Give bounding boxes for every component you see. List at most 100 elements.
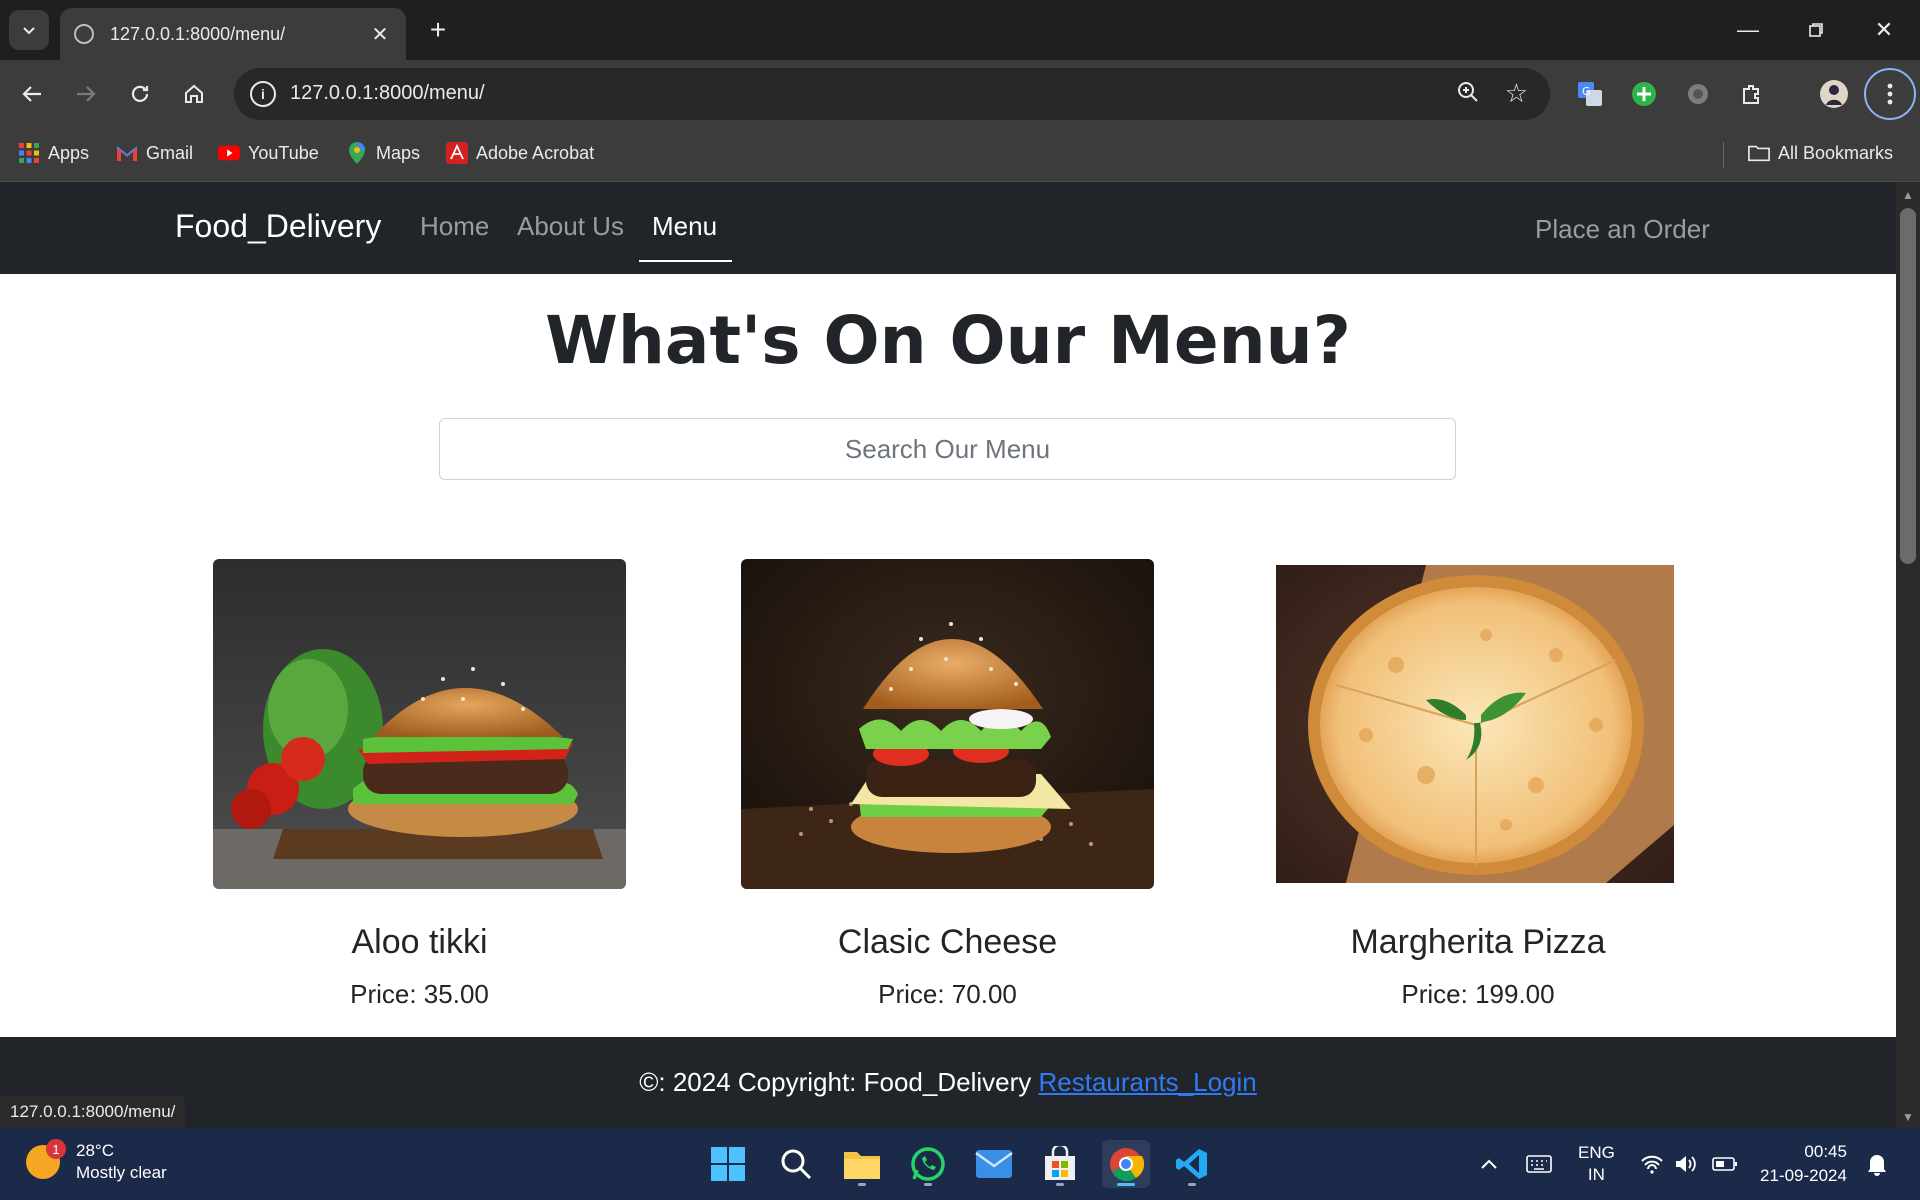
folder-icon	[1748, 142, 1770, 164]
more-vertical-icon	[1887, 83, 1893, 105]
menu-item-name: Margherita Pizza	[1350, 923, 1606, 961]
close-tab-icon[interactable]: ✕	[368, 22, 392, 47]
site-navbar: Food_Delivery Home About Us Menu Place a…	[0, 182, 1896, 274]
status-bar-url: 127.0.0.1:8000/menu/	[0, 1096, 186, 1128]
chevron-up-icon	[1481, 1159, 1497, 1169]
weather-badge: 1	[46, 1139, 66, 1159]
running-indicator	[1188, 1183, 1196, 1186]
margherita-pizza-image[interactable]	[1276, 565, 1674, 883]
bookmark-label: YouTube	[248, 142, 319, 163]
show-hidden-icons-button[interactable]	[1480, 1128, 1498, 1200]
scrollbar-thumb[interactable]	[1900, 208, 1916, 564]
bookmark-gmail[interactable]: Gmail	[116, 142, 193, 164]
clock-time: 00:45	[1804, 1142, 1847, 1161]
bookmark-star-icon[interactable]: ☆	[1505, 78, 1528, 109]
mail-icon[interactable]	[970, 1140, 1018, 1188]
minimize-button[interactable]: —	[1714, 0, 1782, 60]
restore-button[interactable]	[1782, 0, 1850, 60]
nav-about-us[interactable]: About Us	[517, 211, 624, 242]
zoom-icon[interactable]	[1456, 80, 1480, 110]
page-title: What's On Our Menu?	[545, 302, 1351, 379]
scroll-up-icon[interactable]: ▲	[1902, 188, 1914, 202]
scroll-down-icon[interactable]: ▼	[1902, 1110, 1914, 1124]
language-indicator[interactable]: ENG IN	[1578, 1128, 1615, 1200]
gmail-icon	[116, 142, 138, 164]
bookmark-label: Adobe Acrobat	[476, 142, 595, 163]
page-scrollbar[interactable]: ▲ ▼	[1896, 182, 1920, 1128]
running-indicator	[858, 1183, 866, 1186]
all-bookmarks-label: All Bookmarks	[1778, 142, 1894, 163]
all-bookmarks-button[interactable]: All Bookmarks	[1748, 142, 1893, 164]
tab-strip: 127.0.0.1:8000/menu/ ✕ + — ✕	[0, 0, 1920, 60]
menu-item-name: Aloo tikki	[351, 923, 488, 961]
tab-title: 127.0.0.1:8000/menu/	[110, 23, 286, 44]
home-button[interactable]	[174, 74, 214, 114]
bookmark-apps[interactable]: Apps	[18, 142, 89, 164]
forward-arrow-icon	[77, 86, 96, 102]
profile-avatar[interactable]	[1816, 76, 1852, 112]
address-bar[interactable]: i 127.0.0.1:8000/menu/ ☆	[234, 68, 1550, 120]
menu-item-price: Price: 199.00	[1401, 979, 1555, 1009]
microsoft-store-icon[interactable]	[1036, 1140, 1084, 1188]
footer-copyright-text: ©: 2024 Copyright: Food_Delivery	[639, 1067, 1032, 1097]
site-info-icon[interactable]: i	[250, 81, 276, 107]
browser-tab[interactable]: 127.0.0.1:8000/menu/ ✕	[60, 8, 406, 60]
weather-description: Mostly clear	[76, 1163, 167, 1182]
back-button[interactable]	[12, 74, 52, 114]
keyboard-icon[interactable]	[1526, 1128, 1552, 1200]
weather-temperature: 28°C	[76, 1141, 114, 1160]
bookmark-adobe-acrobat[interactable]: Adobe Acrobat	[446, 142, 594, 164]
restaurants-login-link[interactable]: Restaurants_Login	[1039, 1067, 1257, 1097]
weather-widget[interactable]: 1 28°C Mostly clear	[26, 1139, 167, 1184]
notification-bell-icon[interactable]	[1866, 1128, 1888, 1200]
address-url[interactable]: 127.0.0.1:8000/menu/	[290, 82, 485, 105]
whatsapp-icon[interactable]	[904, 1140, 952, 1188]
search-icon[interactable]	[772, 1140, 820, 1188]
nav-menu[interactable]: Menu	[652, 211, 717, 242]
shield-extension-icon[interactable]	[1680, 76, 1716, 112]
reload-icon	[131, 85, 149, 102]
menu-item-price: Price: 35.00	[350, 979, 489, 1009]
chrome-menu-button[interactable]	[1864, 68, 1916, 120]
active-indicator	[1117, 1183, 1135, 1186]
youtube-icon	[218, 142, 240, 164]
chevron-down-icon	[23, 27, 35, 35]
close-window-button[interactable]: ✕	[1850, 0, 1918, 60]
vscode-icon[interactable]	[1168, 1140, 1216, 1188]
menu-item-name: Clasic Cheese	[837, 923, 1058, 961]
svg-text:G: G	[1582, 85, 1591, 98]
clasic-cheese-image[interactable]	[741, 559, 1154, 889]
menu-search-input[interactable]	[439, 418, 1456, 480]
windows-taskbar: 1 28°C Mostly clear ENG IN 00:45 21-09-2…	[0, 1128, 1920, 1200]
battery-icon[interactable]	[1712, 1128, 1738, 1200]
new-tab-button[interactable]: +	[420, 12, 456, 48]
tab-search-button[interactable]	[9, 10, 49, 50]
clock[interactable]: 00:45 21-09-2024	[1760, 1128, 1847, 1200]
place-order-link[interactable]: Place an Order	[1535, 214, 1710, 245]
apps-grid-icon	[18, 142, 40, 164]
language-code: ENG	[1578, 1143, 1615, 1162]
chrome-taskbar-icon[interactable]	[1102, 1140, 1150, 1188]
home-icon	[185, 84, 203, 103]
forward-button[interactable]	[66, 74, 106, 114]
globe-icon	[74, 24, 94, 44]
windows-start-icon[interactable]	[704, 1140, 752, 1188]
running-indicator	[1056, 1183, 1064, 1186]
bookmark-label: Apps	[48, 142, 90, 163]
file-explorer-icon[interactable]	[838, 1140, 886, 1188]
menu-item-price: Price: 70.00	[878, 979, 1017, 1009]
site-footer: ©: 2024 Copyright: Food_Delivery Restaur…	[0, 1037, 1896, 1128]
bookmark-maps[interactable]: Maps	[346, 142, 420, 164]
bookmark-youtube[interactable]: YouTube	[218, 142, 319, 164]
translate-extension-icon[interactable]: G	[1572, 76, 1608, 112]
add-extension-icon[interactable]	[1626, 76, 1662, 112]
browser-toolbar: i 127.0.0.1:8000/menu/ ☆ G	[0, 60, 1920, 128]
volume-icon[interactable]	[1674, 1128, 1698, 1200]
extensions-puzzle-icon[interactable]	[1734, 76, 1770, 112]
restore-icon	[1809, 23, 1823, 37]
reload-button[interactable]	[120, 74, 160, 114]
nav-home[interactable]: Home	[420, 211, 489, 242]
aloo-tikki-image[interactable]	[213, 559, 626, 889]
site-brand[interactable]: Food_Delivery	[175, 208, 381, 245]
wifi-icon[interactable]	[1640, 1128, 1664, 1200]
